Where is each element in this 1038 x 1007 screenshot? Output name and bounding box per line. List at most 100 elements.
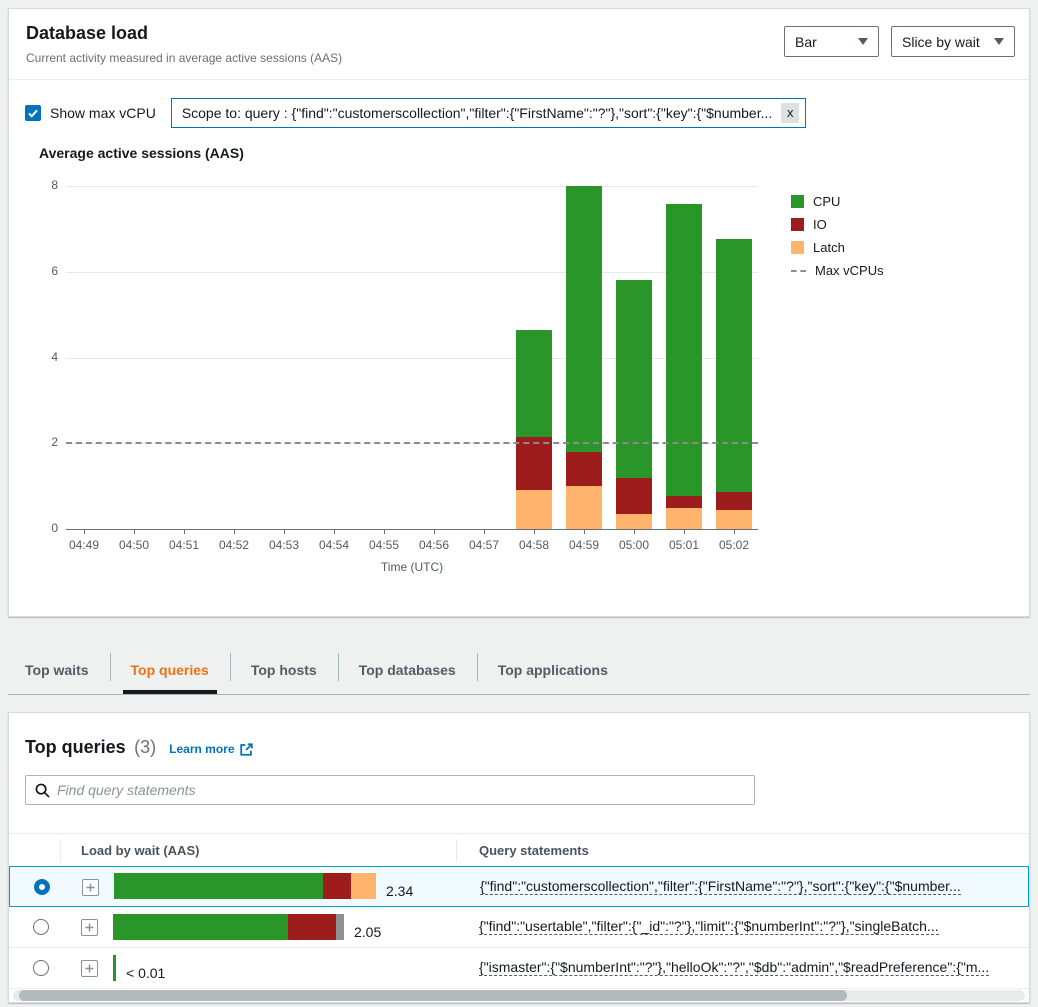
expand-row-button[interactable] [81,960,98,977]
tab-top-queries[interactable]: Top queries [110,645,230,694]
query-statement-link[interactable]: {"find":"usertable","filter":{"_id":"?"}… [479,918,939,935]
top-queries-count: (3) [134,737,156,757]
dashed-line-icon [791,270,806,272]
bar-segment-io [716,492,752,510]
row-radio[interactable] [34,879,50,895]
search-input[interactable] [57,782,745,798]
legend-label: CPU [813,194,840,209]
query-statement-link[interactable]: {"find":"customerscollection","filter":{… [480,878,961,895]
tab-top-waits[interactable]: Top waits [8,645,110,694]
load-bar [113,914,344,940]
bar-segment-cpu [716,239,752,492]
chip-close-button[interactable]: x [781,103,799,123]
y-tick-label: 2 [30,435,58,449]
bar-segment-latch [716,510,752,529]
tab-top-databases[interactable]: Top databases [338,645,477,694]
bar-segment-io [616,478,652,514]
chevron-down-icon [858,38,868,45]
show-max-vcpu-checkbox[interactable] [25,105,41,121]
row-radio[interactable] [33,919,49,935]
x-tick-label: 04:56 [409,538,459,552]
x-tick [684,529,685,534]
x-tick-label: 04:49 [59,538,109,552]
x-tick [234,529,235,534]
load-by-wait-cell: 2.05 [113,907,381,947]
header-divider [9,79,1029,80]
slice-by-select[interactable]: Slice by wait [891,26,1015,57]
legend-item-cpu: CPU [791,190,884,213]
slice-by-value: Slice by wait [902,34,980,50]
load-by-wait-cell: 2.34 [114,867,413,906]
y-tick-label: 0 [30,521,58,535]
load-segment-io [323,873,351,899]
table-row[interactable]: < 0.01 {"ismaster":{"$numberInt":"?"},"he… [9,948,1029,989]
top-queries-title: Top queries [25,737,126,757]
x-tick [534,529,535,534]
legend-label: IO [813,217,827,232]
legend-label: Latch [813,240,845,255]
chart-type-select[interactable]: Bar [784,26,879,57]
bar-segment-io [566,452,602,486]
plot-area: 0246804:4904:5004:5104:5204:5304:5404:55… [66,186,758,530]
bar-segment-cpu [616,280,652,477]
x-axis-title: Time (UTC) [66,560,758,574]
legend-swatch-icon [791,195,804,208]
x-tick-label: 04:53 [259,538,309,552]
load-value: < 0.01 [126,966,165,981]
chart-controls: Bar Slice by wait [784,26,1015,57]
x-tick-label: 05:00 [609,538,659,552]
load-bar [113,955,116,981]
expand-row-button[interactable] [81,919,98,936]
x-tick [734,529,735,534]
gridline [66,186,758,187]
legend-item-latch: Latch [791,236,884,259]
y-tick-label: 8 [30,178,58,192]
legend-item-max-vcpus: Max vCPUs [791,259,884,282]
x-tick [134,529,135,534]
chart-title: Average active sessions (AAS) [39,145,244,161]
table-row[interactable]: 2.05 {"find":"usertable","filter":{"_id":… [9,907,1029,948]
column-query-statements: Query statements [479,834,589,867]
table-header: Load by wait (AAS) Query statements [9,833,1029,868]
bar-segment-io [666,496,702,508]
bar-segment-cpu [516,330,552,437]
page-title: Database load [26,23,148,44]
x-tick-label: 04:54 [309,538,359,552]
expand-row-button[interactable] [82,879,99,896]
query-statement-link[interactable]: {"ismaster":{"$numberInt":"?"},"helloOk"… [479,959,989,976]
table-row[interactable]: 2.34 {"find":"customerscollection","filte… [9,866,1029,907]
x-tick-label: 04:51 [159,538,209,552]
row-radio[interactable] [33,960,49,976]
plus-icon [85,964,94,973]
load-by-wait-cell: < 0.01 [113,948,165,988]
column-divider [456,839,457,862]
legend-swatch-icon [791,218,804,231]
learn-more-link[interactable]: Learn more [169,742,252,756]
tab-top-applications[interactable]: Top applications [477,645,629,694]
filter-row: Show max vCPU Scope to: query : {"find":… [25,97,806,129]
load-segment-cpu [114,873,323,899]
bar-segment-latch [616,514,652,529]
scrollbar-thumb[interactable] [19,990,847,1001]
search-icon [35,783,50,798]
bar-segment-latch [666,508,702,529]
learn-more-label: Learn more [169,742,234,756]
column-divider [60,839,61,862]
query-rows: 2.34 {"find":"customerscollection","filte… [9,866,1029,989]
load-segment-other [336,914,344,940]
bar-segment-cpu [666,204,702,496]
database-load-panel: Database load Current activity measured … [8,8,1030,617]
horizontal-scrollbar[interactable] [13,990,1025,1001]
scope-filter-chip: Scope to: query : {"find":"customerscoll… [171,98,806,128]
column-load-by-wait: Load by wait (AAS) [81,834,199,867]
x-tick [334,529,335,534]
chart-type-value: Bar [795,34,817,50]
check-icon [28,109,38,118]
x-tick [184,529,185,534]
x-tick-label: 04:50 [109,538,159,552]
max-vcpus-line [66,442,758,444]
legend-item-io: IO [791,213,884,236]
gridline [66,272,758,273]
tabs-bar: Top waitsTop queriesTop hostsTop databas… [8,645,1030,695]
tab-top-hosts[interactable]: Top hosts [230,645,338,694]
